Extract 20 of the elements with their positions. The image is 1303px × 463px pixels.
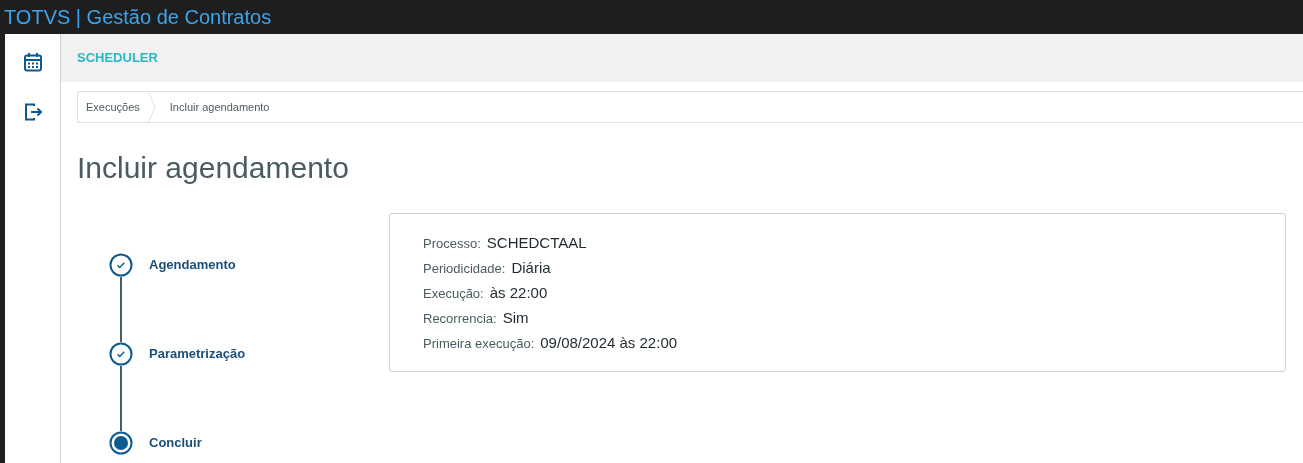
page-title: Incluir agendamento	[77, 150, 350, 186]
field-label: Processo:	[423, 235, 481, 253]
breadcrumb-current: Incluir agendamento	[168, 99, 270, 115]
field-value: Diária	[511, 258, 551, 278]
field-value: às 22:00	[489, 283, 548, 303]
breadcrumb-link[interactable]: Execuções	[78, 98, 148, 116]
field-value: Sim	[502, 308, 529, 328]
logout-icon	[22, 102, 43, 122]
field-value: SCHEDCTAAL	[486, 233, 587, 253]
field-label: Recorrencia:	[423, 310, 497, 328]
field-label: Execução:	[423, 285, 484, 303]
field-label: Primeira execução:	[423, 335, 535, 353]
field-label: Periodicidade:	[423, 260, 506, 278]
step-label: Concluir	[149, 434, 202, 453]
calendar-icon	[22, 52, 43, 72]
field-value: 09/08/2024 às 22:00	[540, 333, 678, 353]
window-title: TOTVS | Gestão de Contratos	[4, 5, 272, 30]
step-label: Parametrização	[149, 345, 246, 364]
step-label: Agendamento	[149, 256, 236, 275]
header-title: SCHEDULER	[77, 49, 158, 68]
